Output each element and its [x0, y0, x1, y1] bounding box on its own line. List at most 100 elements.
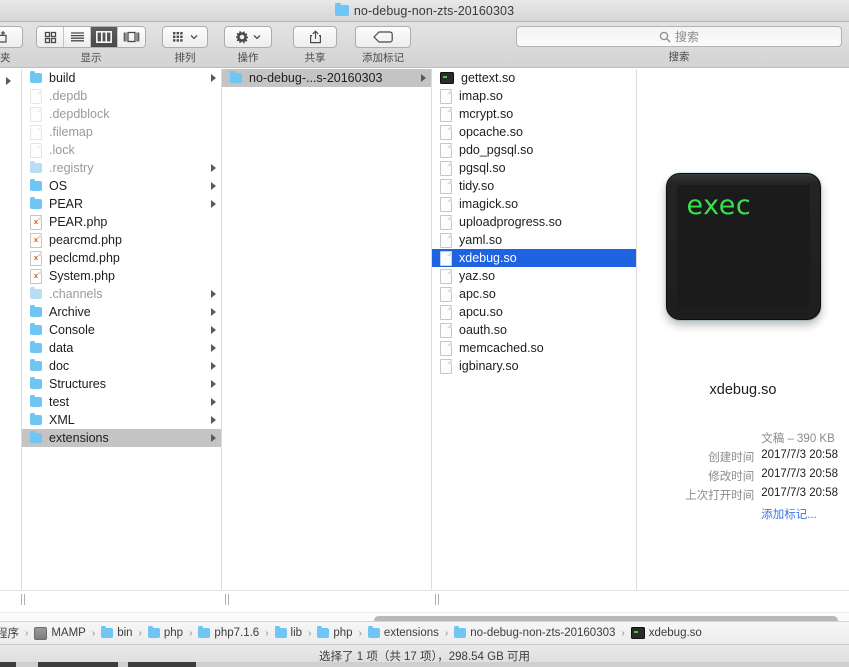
file-row[interactable]: doc: [22, 357, 221, 375]
action-button[interactable]: [224, 26, 272, 48]
disclosure-arrow-icon[interactable]: [211, 182, 216, 190]
breadcrumb-item[interactable]: php: [317, 626, 353, 639]
file-row[interactable]: Structures: [22, 375, 221, 393]
disclosure-arrow-icon[interactable]: [211, 380, 216, 388]
file-row[interactable]: uploadprogress.so: [432, 213, 636, 231]
disclosure-arrow-icon[interactable]: [211, 200, 216, 208]
preview-metadata: 文稿 – 390 KB 创建时间 2017/7/3 20:58 修改时间 2017/7…: [637, 428, 849, 523]
file-row[interactable]: memcached.so: [432, 339, 636, 357]
file-row[interactable]: imap.so: [432, 87, 636, 105]
breadcrumb-item[interactable]: xdebug.so: [630, 627, 702, 639]
file-row[interactable]: tidy.so: [432, 177, 636, 195]
add-tags-button[interactable]: [355, 26, 411, 48]
breadcrumb-item[interactable]: extensions: [367, 626, 439, 639]
metadata-row-kind: 文稿 – 390 KB: [685, 428, 838, 447]
file-row[interactable]: oauth.so: [432, 321, 636, 339]
disclosure-arrow-icon[interactable]: [211, 362, 216, 370]
column-0-partial[interactable]: [0, 69, 22, 590]
file-row[interactable]: OS: [22, 177, 221, 195]
breadcrumb-item[interactable]: MAMP: [34, 626, 86, 640]
breadcrumb-separator: ›: [265, 627, 269, 639]
file-row[interactable]: .filemap: [22, 123, 221, 141]
list-view-button[interactable]: [64, 27, 91, 47]
view-mode-segmented-control[interactable]: [36, 26, 146, 48]
document-icon: [30, 124, 42, 140]
file-row-label: .registry: [49, 161, 94, 175]
disclosure-arrow-icon[interactable]: [211, 398, 216, 406]
file-row[interactable]: yaz.so: [432, 267, 636, 285]
gallery-view-button[interactable]: [118, 27, 145, 47]
share-group: 共享: [293, 26, 337, 65]
window-titlebar[interactable]: no-debug-non-zts-20160303: [0, 0, 849, 22]
preview-pane: exec xdebug.so 文稿 – 390 KB 创建时间 2017/7/3 …: [637, 69, 849, 590]
file-row[interactable]: extensions: [22, 429, 221, 447]
file-row[interactable]: x peclcmd.php: [22, 249, 221, 267]
breadcrumb-item[interactable]: 应用程序: [0, 625, 19, 641]
file-row[interactable]: mcrypt.so: [432, 105, 636, 123]
column-2[interactable]: no-debug-...s-20160303: [222, 69, 432, 590]
file-row[interactable]: PEAR: [22, 195, 221, 213]
file-row[interactable]: x PEAR.php: [22, 213, 221, 231]
toolbar: 件夹: [0, 22, 849, 68]
breadcrumb-item[interactable]: lib: [274, 626, 303, 639]
file-row[interactable]: gettext.so: [432, 69, 636, 87]
column-3[interactable]: gettext.so imap.so mcrypt.so opcache.so pdo_…: [432, 69, 637, 590]
file-row[interactable]: data: [22, 339, 221, 357]
breadcrumb-item[interactable]: php7.1.6: [198, 626, 259, 639]
file-row[interactable]: XML: [22, 411, 221, 429]
file-row[interactable]: apcu.so: [432, 303, 636, 321]
disclosure-arrow-icon[interactable]: [211, 434, 216, 442]
disclosure-arrow-icon[interactable]: [211, 74, 216, 82]
column-resize-grip[interactable]: [432, 594, 441, 605]
column-resize-grip[interactable]: [18, 594, 27, 605]
file-row[interactable]: no-debug-...s-20160303: [222, 69, 431, 87]
breadcrumb-item[interactable]: php: [147, 626, 183, 639]
icon-view-button[interactable]: [37, 27, 64, 47]
breadcrumb-label: lib: [290, 627, 303, 639]
file-row[interactable]: .depdb: [22, 87, 221, 105]
breadcrumb-item[interactable]: bin: [101, 626, 133, 639]
file-row[interactable]: imagick.so: [432, 195, 636, 213]
disclosure-arrow-icon[interactable]: [211, 164, 216, 172]
file-row[interactable]: .depdblock: [22, 105, 221, 123]
file-row[interactable]: .registry: [22, 159, 221, 177]
disclosure-arrow-icon[interactable]: [421, 74, 426, 82]
file-row[interactable]: .lock: [22, 141, 221, 159]
file-row[interactable]: igbinary.so: [432, 357, 636, 375]
new-folder-button[interactable]: [0, 26, 23, 48]
metadata-value: 2017/7/3 20:58: [761, 448, 838, 461]
file-row[interactable]: x System.php: [22, 267, 221, 285]
file-row[interactable]: apc.so: [432, 285, 636, 303]
disclosure-arrow-icon[interactable]: [211, 326, 216, 334]
disclosure-arrow-icon[interactable]: [211, 344, 216, 352]
breadcrumb-item[interactable]: no-debug-non-zts-20160303: [454, 626, 615, 639]
column-view-button[interactable]: [91, 27, 118, 47]
column-resize-grip[interactable]: [222, 594, 231, 605]
arrange-button[interactable]: [162, 26, 208, 48]
file-row[interactable]: test: [22, 393, 221, 411]
breadcrumb-label: 应用程序: [0, 628, 19, 640]
file-row[interactable]: .channels: [22, 285, 221, 303]
search-input[interactable]: 搜索: [675, 28, 699, 45]
folder-icon: [30, 431, 42, 443]
file-row[interactable]: xdebug.so: [432, 249, 636, 267]
disclosure-arrow-icon[interactable]: [211, 308, 216, 316]
file-row[interactable]: opcache.so: [432, 123, 636, 141]
file-row[interactable]: build: [22, 69, 221, 87]
add-tags-link[interactable]: 添加标记...: [761, 509, 817, 521]
file-row[interactable]: Console: [22, 321, 221, 339]
disclosure-arrow-icon[interactable]: [211, 290, 216, 298]
column-1[interactable]: build .depdb .depdblock .filemap .lock .regis…: [22, 69, 222, 590]
file-row[interactable]: yaml.so: [432, 231, 636, 249]
disclosure-arrow-icon[interactable]: [211, 416, 216, 424]
metadata-value: 2017/7/3 20:58: [761, 467, 838, 480]
file-row[interactable]: Archive: [22, 303, 221, 321]
file-row[interactable]: x pearcmd.php: [22, 231, 221, 249]
share-button[interactable]: [293, 26, 337, 48]
file-row[interactable]: pgsql.so: [432, 159, 636, 177]
search-field[interactable]: 搜索: [516, 26, 842, 47]
file-row[interactable]: pdo_pgsql.so: [432, 141, 636, 159]
document-icon: [440, 88, 452, 104]
disclosure-arrow-icon[interactable]: [6, 77, 11, 85]
new-folder-icon: [0, 31, 7, 43]
